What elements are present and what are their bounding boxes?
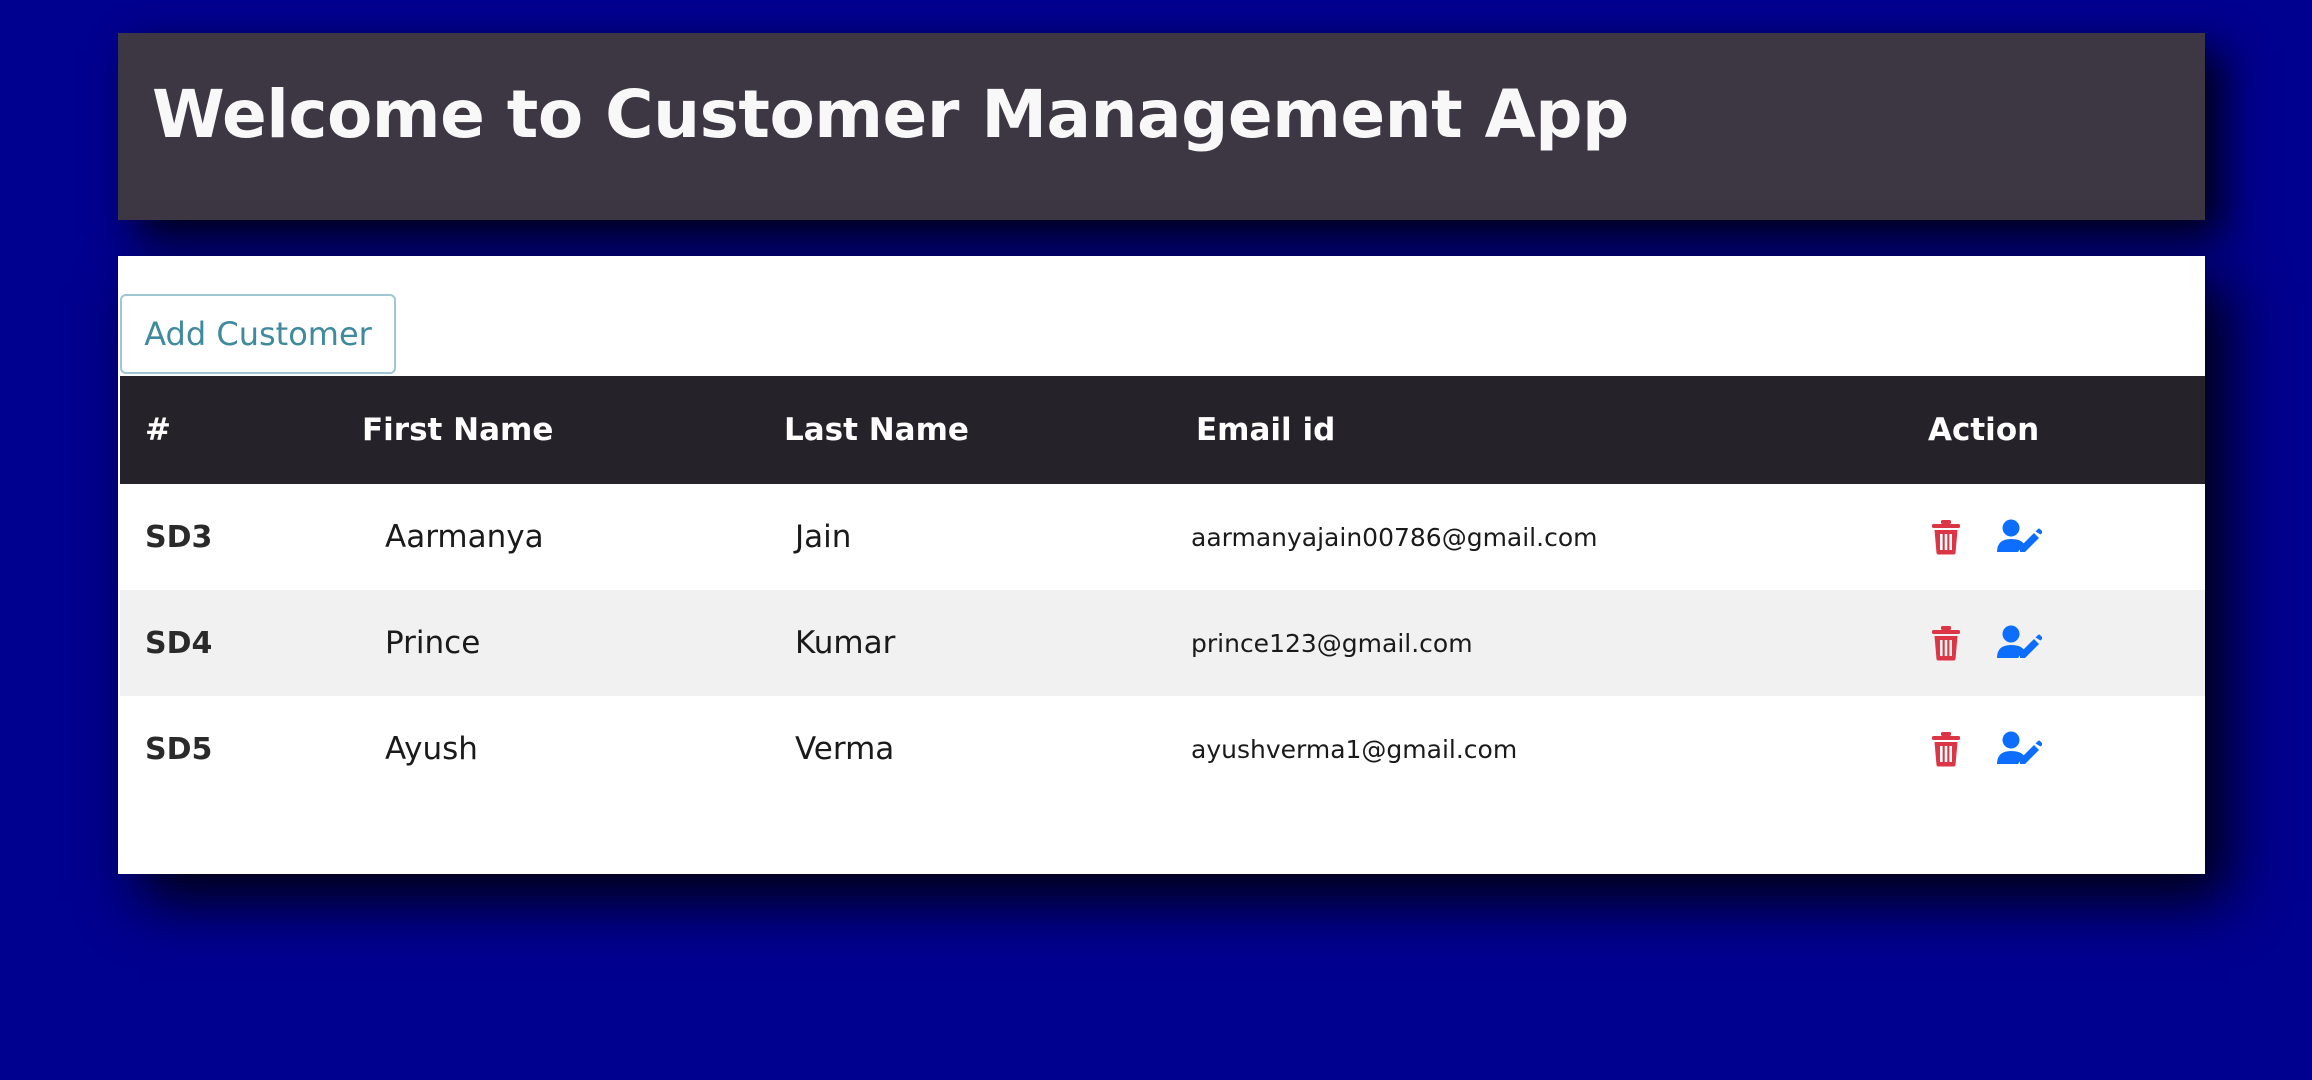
delete-button[interactable]	[1928, 590, 1964, 696]
user-edit-icon	[1997, 625, 2042, 658]
customer-first-name: Aarmanya	[385, 519, 544, 555]
edit-button[interactable]	[1995, 590, 2043, 696]
trash-icon	[1932, 520, 1960, 555]
user-edit-icon	[1997, 519, 2042, 552]
column-header-first-name: First Name	[362, 412, 554, 448]
trash-icon	[1932, 626, 1960, 661]
customer-email: ayushverma1@gmail.com	[1191, 734, 1518, 764]
trash-icon	[1932, 732, 1960, 767]
customer-id: SD4	[145, 625, 213, 661]
delete-button[interactable]	[1928, 484, 1964, 590]
app-header: Welcome to Customer Management App	[118, 33, 2205, 220]
column-header-number: #	[145, 412, 171, 448]
edit-button[interactable]	[1995, 696, 2043, 802]
customer-first-name: Prince	[385, 625, 481, 661]
customer-email: aarmanyajain00786@gmail.com	[1191, 522, 1598, 552]
column-header-action: Action	[1928, 412, 2040, 448]
customer-last-name: Verma	[795, 731, 895, 767]
table-row: SD4 Prince Kumar prince123@gmail.com	[120, 590, 2205, 696]
table-row: SD5 Ayush Verma ayushverma1@gmail.com	[120, 696, 2205, 802]
add-customer-button[interactable]: Add Customer	[120, 294, 396, 374]
customer-id: SD3	[145, 519, 213, 555]
page-title: Welcome to Customer Management App	[152, 76, 1629, 153]
table-row: SD3 Aarmanya Jain aarmanyajain00786@gmai…	[120, 484, 2205, 590]
customer-last-name: Kumar	[795, 625, 896, 661]
user-edit-icon	[1997, 731, 2042, 764]
delete-button[interactable]	[1928, 696, 1964, 802]
customer-last-name: Jain	[795, 519, 852, 555]
table-header: # First Name Last Name Email id Action	[120, 376, 2205, 484]
customer-id: SD5	[145, 731, 213, 767]
customer-email: prince123@gmail.com	[1191, 628, 1473, 658]
customer-panel: Add Customer # First Name Last Name Emai…	[118, 256, 2205, 874]
column-header-email: Email id	[1196, 412, 1336, 448]
column-header-last-name: Last Name	[784, 412, 969, 448]
customer-first-name: Ayush	[385, 731, 478, 767]
edit-button[interactable]	[1995, 484, 2043, 590]
